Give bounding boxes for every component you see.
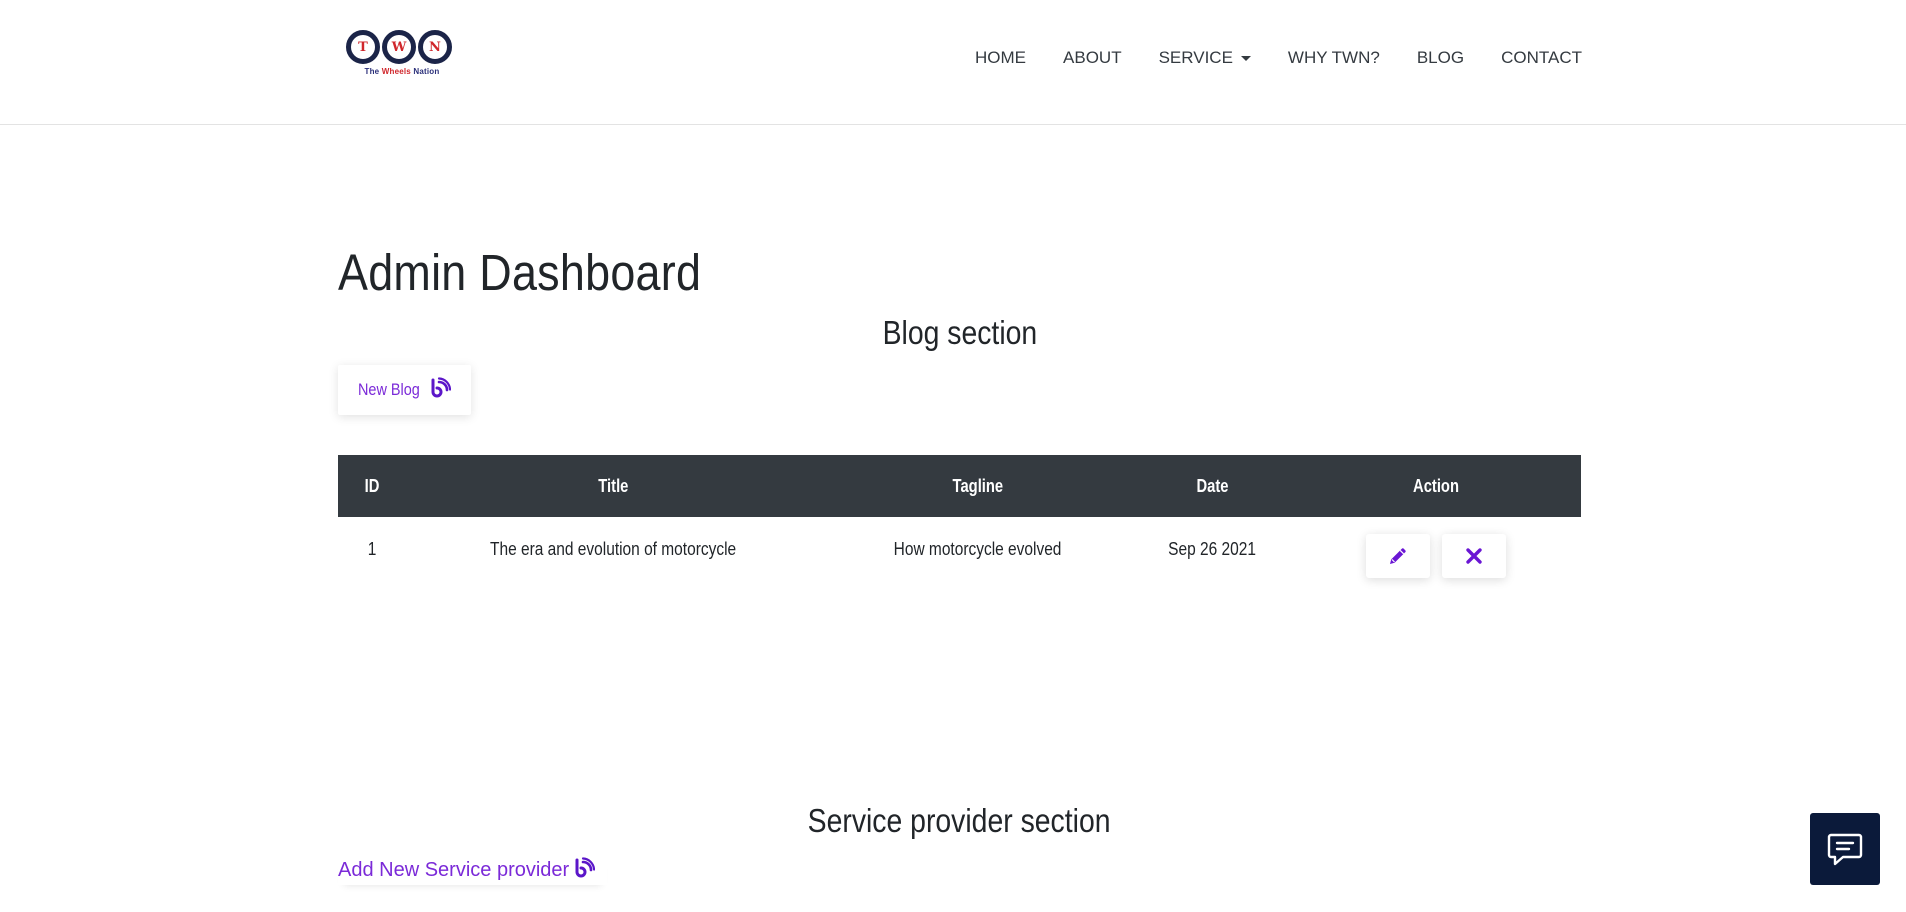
service-section-heading: Service provider section bbox=[338, 802, 1581, 840]
new-blog-label: New Blog bbox=[358, 380, 420, 399]
nav-contact[interactable]: CONTACT bbox=[1483, 46, 1582, 70]
col-header-action: Action bbox=[1290, 455, 1581, 517]
chat-widget-button[interactable] bbox=[1810, 813, 1880, 885]
main-nav: HOME ABOUT SERVICE WHY TWN? BLOG CONTACT bbox=[957, 46, 1582, 70]
service-section-heading-text: Service provider section bbox=[808, 802, 1111, 839]
col-header-title-text: Title bbox=[597, 475, 629, 496]
chat-icon bbox=[1827, 833, 1863, 866]
cell-id: 1 bbox=[338, 517, 406, 581]
add-service-provider-label: Add New Service provider bbox=[338, 858, 570, 881]
pencil-icon bbox=[1389, 548, 1406, 564]
cell-date-text: Sep 26 2021 bbox=[1168, 538, 1257, 559]
nav-why-twn[interactable]: WHY TWN? bbox=[1269, 46, 1398, 70]
logo-wheel-n: N bbox=[418, 30, 452, 64]
logo-tagline-suffix: Nation bbox=[410, 67, 440, 76]
col-header-date: Date bbox=[1135, 455, 1290, 517]
nav-blog[interactable]: BLOG bbox=[1398, 46, 1482, 70]
blog-section-heading-text: Blog section bbox=[882, 314, 1037, 351]
cell-action bbox=[1290, 517, 1581, 581]
cell-title-text: The era and evolution of motorcycle bbox=[489, 538, 737, 559]
blog-icon bbox=[573, 856, 596, 884]
table-row: 1 The era and evolution of motorcycle Ho… bbox=[338, 517, 1581, 581]
cell-tagline: How motorcycle evolved bbox=[820, 517, 1135, 581]
col-header-tagline: Tagline bbox=[820, 455, 1135, 517]
close-icon bbox=[1465, 548, 1482, 564]
blog-table: ID Title Tagline Date Action 1 The era a… bbox=[338, 455, 1581, 581]
col-header-action-text: Action bbox=[1412, 475, 1459, 496]
nav-home[interactable]: HOME bbox=[957, 46, 1045, 70]
cell-date: Sep 26 2021 bbox=[1135, 517, 1290, 581]
nav-service-label: SERVICE bbox=[1158, 48, 1233, 67]
col-header-title: Title bbox=[406, 455, 820, 517]
nav-about[interactable]: ABOUT bbox=[1045, 46, 1141, 70]
logo-tagline: The Wheels Nation bbox=[346, 67, 458, 76]
blog-section-heading: Blog section bbox=[338, 314, 1581, 352]
delete-button[interactable] bbox=[1441, 534, 1506, 578]
col-header-date-text: Date bbox=[1196, 475, 1229, 496]
cell-id-text: 1 bbox=[367, 538, 377, 559]
logo-tagline-wheels: Wheels bbox=[381, 67, 411, 76]
new-blog-button[interactable]: New Blog bbox=[338, 365, 471, 415]
edit-button[interactable] bbox=[1365, 534, 1430, 578]
blog-icon bbox=[429, 376, 451, 404]
col-header-id-text: ID bbox=[364, 475, 380, 496]
cell-tagline-text: How motorcycle evolved bbox=[893, 538, 1062, 559]
col-header-tagline-text: Tagline bbox=[952, 475, 1003, 496]
logo-wheel-t: T bbox=[346, 30, 380, 64]
twn-logo[interactable]: T W N The Wheels Nation bbox=[346, 30, 458, 86]
nav-service[interactable]: SERVICE bbox=[1140, 46, 1269, 70]
logo-wheels: T W N bbox=[346, 30, 458, 64]
add-service-provider-link[interactable]: Add New Service provider bbox=[338, 855, 608, 885]
cell-title: The era and evolution of motorcycle bbox=[406, 517, 820, 581]
page-title: Admin Dashboard bbox=[338, 244, 702, 301]
col-header-id: ID bbox=[338, 455, 406, 517]
caret-down-icon bbox=[1240, 56, 1251, 62]
logo-tagline-prefix: The bbox=[364, 67, 382, 76]
blog-table-header-row: ID Title Tagline Date Action bbox=[338, 455, 1581, 517]
top-navbar: T W N The Wheels Nation HOME ABOUT SERVI… bbox=[0, 0, 1906, 125]
logo-wheel-w: W bbox=[382, 30, 416, 64]
row-actions bbox=[1290, 534, 1581, 578]
